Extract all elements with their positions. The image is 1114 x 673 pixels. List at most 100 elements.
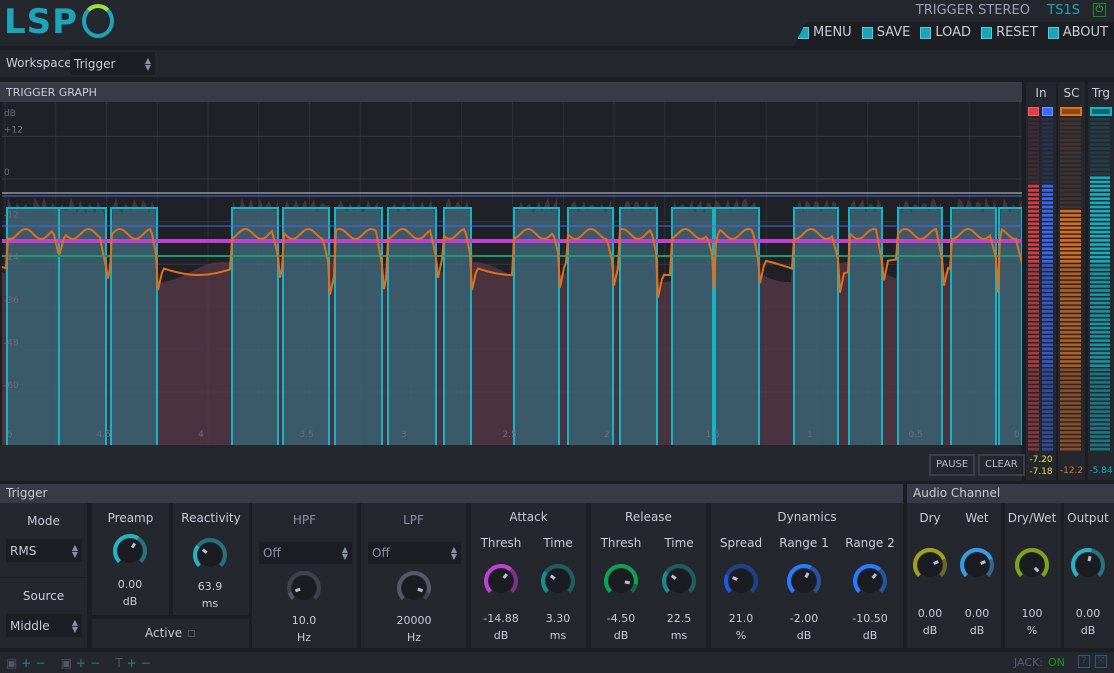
lpf-knob[interactable] (394, 568, 434, 608)
help-icon[interactable]: ? (1078, 655, 1090, 668)
meter-segment (1042, 227, 1053, 230)
meter-segment (1090, 235, 1110, 238)
release-thresh-knob[interactable] (601, 561, 641, 601)
pause-button[interactable]: PAUSE (929, 454, 975, 476)
meter-segment (1090, 439, 1110, 442)
clear-button[interactable]: CLEAR (978, 454, 1025, 476)
menu-save-button[interactable]: SAVE (862, 25, 911, 40)
trigger-graph: dB +12 0 -12 -24 -36 -48 -60 5 4.5 4 3.5 3 2.5 2 1.5 1 0.… (2, 102, 1022, 445)
meter-segment (1060, 181, 1081, 184)
meter-segment (1090, 335, 1110, 338)
meter-segment (1042, 252, 1053, 255)
trigger-pulse (232, 208, 278, 445)
hpf-knob[interactable] (284, 568, 324, 608)
meter-segment (1028, 193, 1039, 196)
power-icon[interactable]: ⏻ (1093, 3, 1106, 17)
meter-segment (1028, 423, 1039, 426)
meter-segment (1028, 435, 1039, 438)
meter-segment (1028, 151, 1039, 154)
lpf-mode-select[interactable]: Off ▲ ▼ (368, 542, 461, 564)
meter-segment (1028, 160, 1039, 163)
meter-segment (1028, 168, 1039, 171)
menu-reset-button[interactable]: RESET (981, 25, 1038, 40)
range1-knob[interactable] (784, 561, 824, 601)
meter-segment (1042, 235, 1053, 238)
menu-load-button[interactable]: LOAD (920, 25, 971, 40)
y-tick-label: -12 (4, 211, 19, 221)
meter-segment (1042, 210, 1053, 213)
meter-segment (1090, 168, 1110, 171)
preamp-unit: dB (90, 593, 170, 610)
meter-segment (1090, 389, 1110, 392)
menu-menu-button[interactable]: MENU (798, 25, 852, 40)
meter-segment (1090, 126, 1110, 129)
meter-segment (1028, 302, 1039, 305)
workspace-label: Workspace (6, 56, 72, 70)
meter-segment (1090, 310, 1110, 313)
trigger-pulse (335, 208, 382, 445)
meter-segment (1042, 381, 1053, 384)
load-icon (920, 27, 931, 39)
meter-segment (1042, 343, 1053, 346)
spread-knob[interactable] (721, 561, 761, 601)
attack-time-knob[interactable] (538, 561, 578, 601)
meter-segment (1090, 281, 1110, 284)
menu-about-button[interactable]: ABOUT (1048, 25, 1108, 40)
meter-segment (1028, 348, 1039, 351)
in-right-button[interactable] (1042, 107, 1053, 116)
trg-button[interactable] (1090, 107, 1112, 116)
meter-segment (1042, 331, 1053, 334)
meter-segment (1028, 394, 1039, 397)
meter-segment (1028, 143, 1039, 146)
meter-segment (1090, 189, 1110, 192)
output-knob[interactable] (1068, 545, 1108, 585)
trigger-pulse (568, 208, 613, 445)
range2-knob[interactable] (850, 561, 890, 601)
sc-button[interactable] (1060, 107, 1082, 116)
meter-segment (1042, 143, 1053, 146)
reactivity-knob[interactable] (190, 535, 230, 575)
wet-knob[interactable] (957, 545, 997, 585)
meter-segment (1090, 143, 1110, 146)
x-tick-label: 3.5 (300, 430, 314, 440)
meter-segment (1060, 122, 1081, 125)
workspace-select[interactable]: Trigger ▲ ▼ (70, 52, 155, 75)
meter-segment (1028, 427, 1039, 430)
meter-segment (1042, 444, 1053, 447)
dry-knob[interactable] (910, 545, 950, 585)
in-left-button[interactable] (1028, 107, 1039, 116)
meter-segment (1090, 206, 1110, 209)
meter-segment (1028, 289, 1039, 292)
meter-segment (1042, 348, 1053, 351)
meter-segment (1042, 122, 1053, 125)
in-right-value: -7.18 (1026, 466, 1056, 478)
y-tick-label: -60 (4, 381, 19, 391)
meter-segment (1028, 343, 1039, 346)
meter-segment (1090, 202, 1110, 205)
meter-segment (1042, 435, 1053, 438)
meter-segment (1042, 431, 1053, 434)
mode-select[interactable]: RMS ▲ ▼ (6, 539, 82, 562)
audio-channel-title: Audio Channel (907, 484, 1114, 503)
y-unit-label: dB (4, 109, 16, 119)
menu-label: MENU (813, 25, 852, 40)
footer-layout-controls[interactable]: ▣ + − ▣ + − T + − (6, 656, 151, 670)
reset-icon (981, 27, 992, 39)
drywet-knob[interactable] (1012, 545, 1052, 585)
meter-segment (1028, 306, 1039, 309)
hpf-mode-select[interactable]: Off ▲ ▼ (259, 542, 352, 564)
menu-label: LOAD (935, 25, 971, 40)
resize-icon[interactable]: ⤧ (1095, 655, 1107, 668)
meter-segment (1042, 314, 1053, 317)
meter-segment (1060, 147, 1081, 150)
preamp-knob[interactable] (110, 531, 150, 571)
meter-segment (1042, 164, 1053, 167)
meter-segment (1042, 339, 1053, 342)
reactivity-label: Reactivity (173, 511, 249, 525)
attack-thresh-knob[interactable] (481, 561, 521, 601)
source-select[interactable]: Middle ▲ ▼ (6, 614, 82, 637)
meter-segment (1090, 147, 1110, 150)
meter-segment (1028, 197, 1039, 200)
meter-segment (1042, 268, 1053, 271)
release-time-knob[interactable] (659, 561, 699, 601)
